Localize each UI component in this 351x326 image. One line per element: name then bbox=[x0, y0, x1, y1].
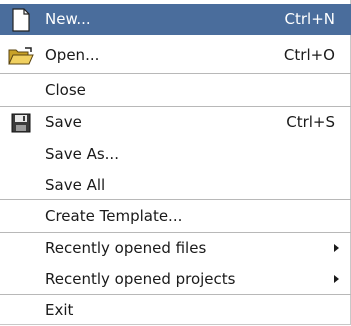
menu-item-label: Exit bbox=[45, 301, 74, 319]
menu-item-label: Create Template... bbox=[45, 207, 183, 225]
submenu-arrow-icon bbox=[334, 244, 339, 252]
menu-item-shortcut: Ctrl+O bbox=[283, 46, 335, 64]
new-file-icon bbox=[8, 8, 34, 32]
submenu-arrow-icon bbox=[334, 275, 339, 283]
menu-item-label: Recently opened files bbox=[45, 239, 207, 257]
folder-open-icon bbox=[8, 44, 34, 68]
menu-item-close[interactable]: Close bbox=[0, 75, 351, 106]
floppy-disk-icon bbox=[8, 111, 34, 135]
menu-item-recent-files[interactable]: Recently opened files bbox=[0, 233, 351, 264]
menu-item-label: New... bbox=[45, 10, 91, 28]
menu-item-save-as[interactable]: Save As... bbox=[0, 139, 351, 170]
menu-item-save-all[interactable]: Save All bbox=[0, 170, 351, 201]
menu-item-shortcut: Ctrl+S bbox=[286, 113, 335, 131]
menu-separator bbox=[0, 199, 351, 200]
menu-item-shortcut: Ctrl+N bbox=[284, 10, 335, 28]
menu-item-save[interactable]: Save Ctrl+S bbox=[0, 107, 351, 138]
menu-item-recent-projects[interactable]: Recently opened projects bbox=[0, 264, 351, 295]
menu-item-create-template[interactable]: Create Template... bbox=[0, 201, 351, 232]
menu-item-label: Save bbox=[45, 113, 82, 131]
menu-item-new[interactable]: New... Ctrl+N bbox=[0, 4, 351, 35]
menu-item-open[interactable]: Open... Ctrl+O bbox=[0, 40, 351, 71]
menu-item-label: Recently opened projects bbox=[45, 270, 236, 288]
menu-separator bbox=[0, 73, 351, 74]
menu-item-label: Save As... bbox=[45, 145, 119, 163]
menu-item-exit[interactable]: Exit bbox=[0, 295, 351, 326]
menu-item-label: Save All bbox=[45, 176, 106, 194]
file-menu: New... Ctrl+N Open... Ctrl+O Close Save … bbox=[0, 0, 351, 325]
menu-item-label: Open... bbox=[45, 46, 100, 64]
menu-item-label: Close bbox=[45, 81, 86, 99]
